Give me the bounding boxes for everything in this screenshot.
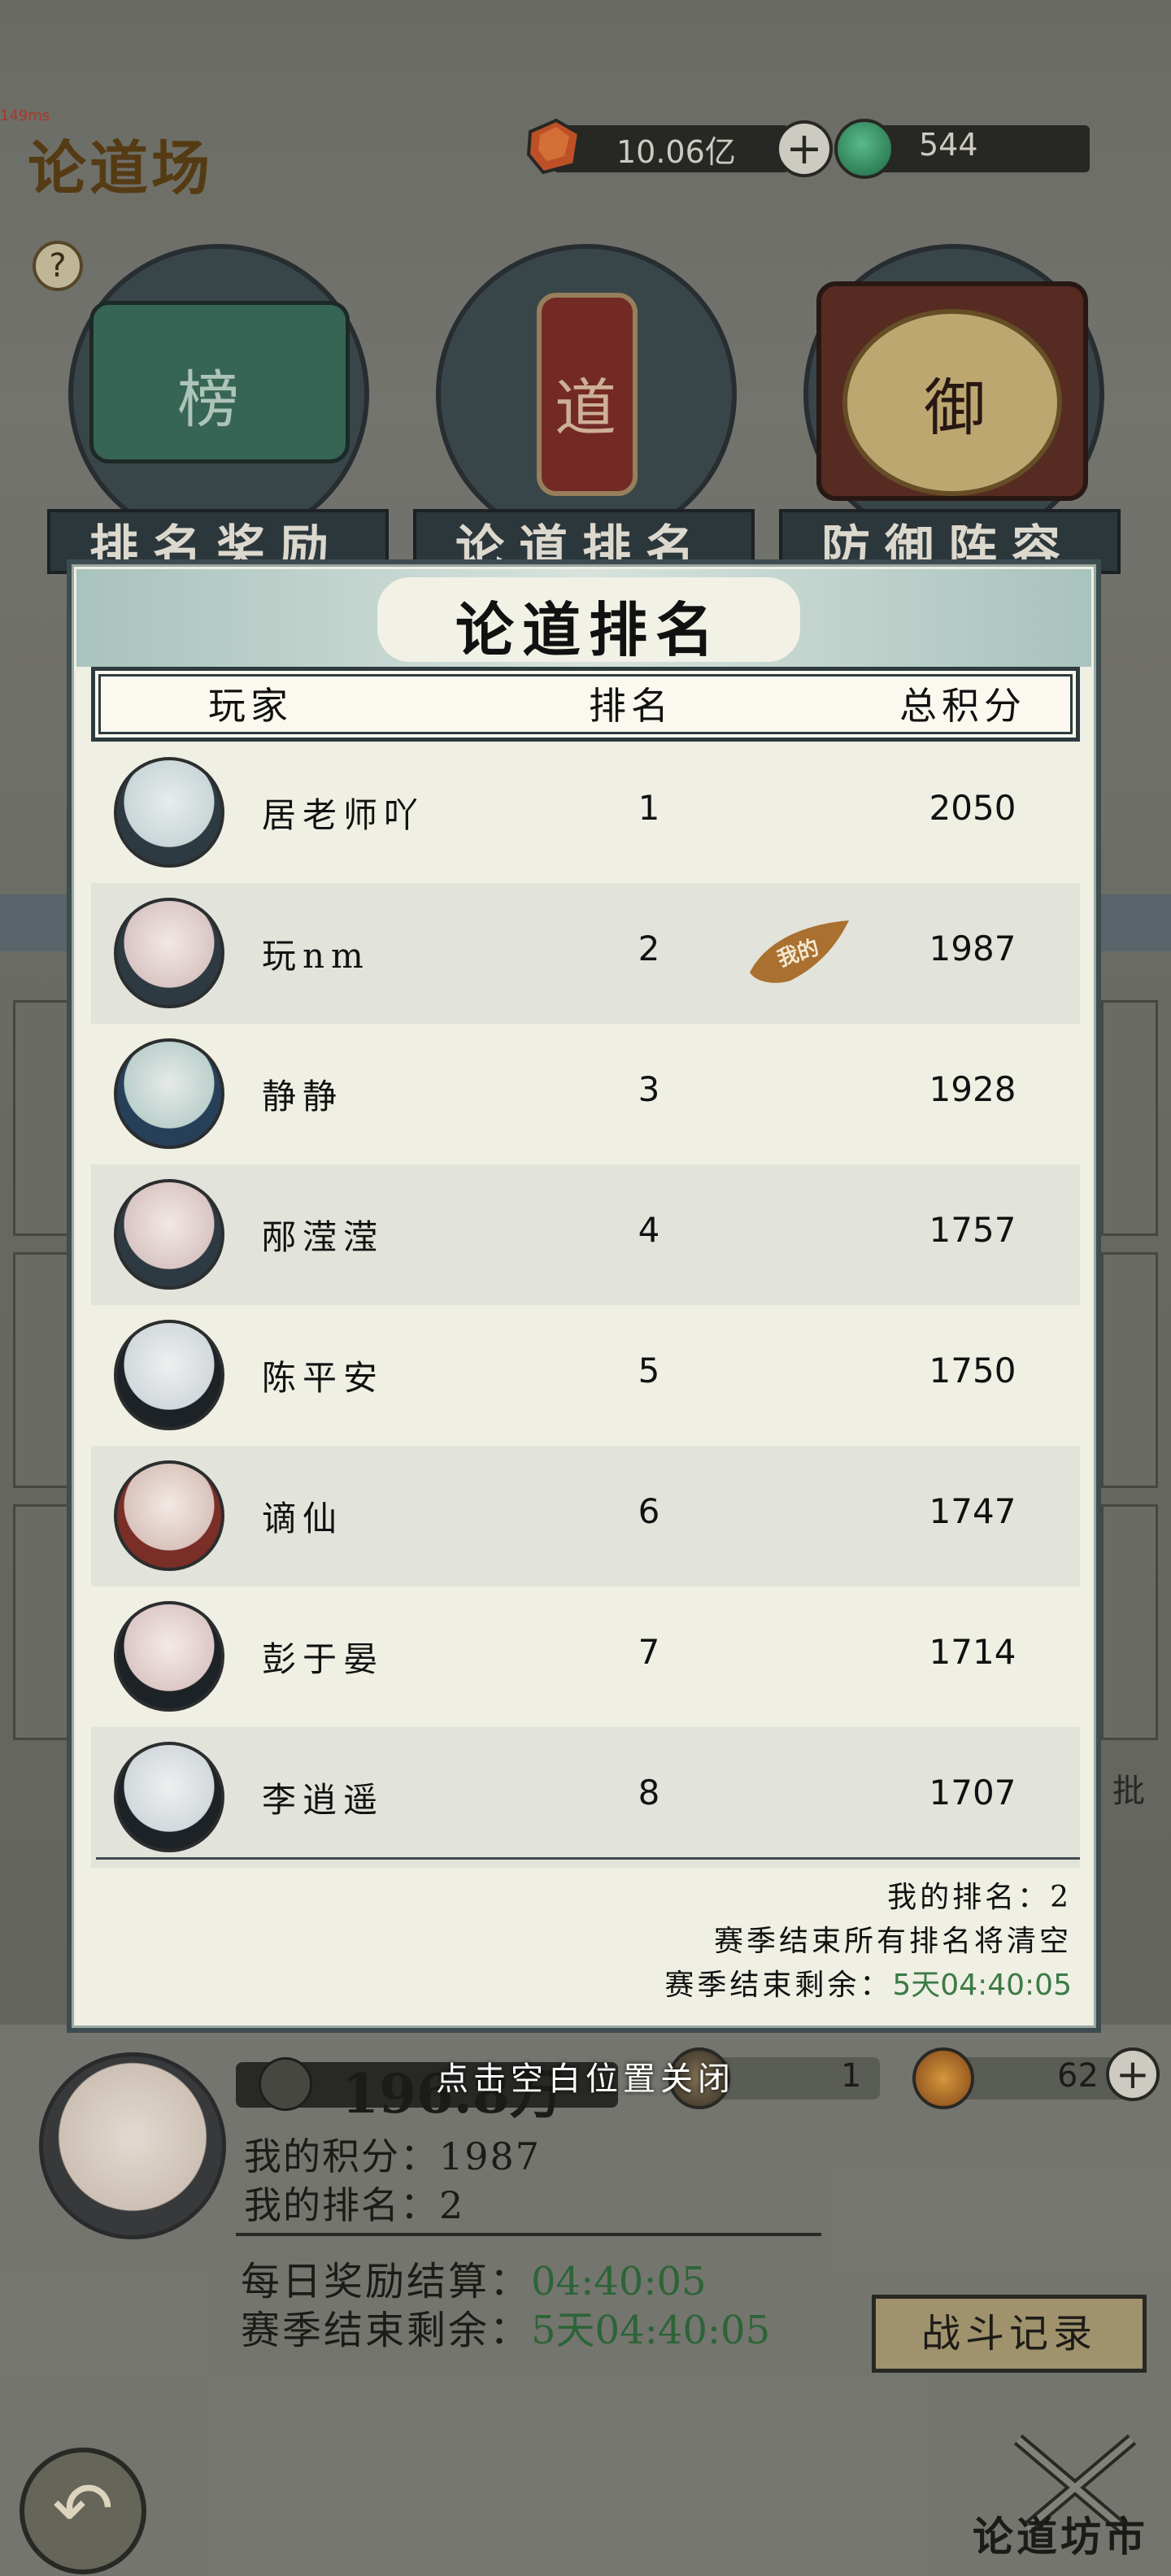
player-rank: 5 xyxy=(638,1351,660,1390)
player-rank: 3 xyxy=(638,1069,660,1109)
player-score: 2050 xyxy=(929,788,1016,828)
modal-season-remaining-label: 赛季结束剩余： xyxy=(664,1969,893,2002)
player-rank: 4 xyxy=(638,1210,660,1250)
player-name: 谪仙 xyxy=(262,1499,344,1538)
player-name: 李逍遥 xyxy=(262,1780,385,1820)
player-name: 陈平安 xyxy=(262,1358,385,1398)
table-row[interactable]: 谪仙 6 1747 xyxy=(91,1446,1080,1586)
table-row[interactable]: 邴滢滢 4 1757 xyxy=(91,1164,1080,1305)
modal-season-remaining: 赛季结束剩余：5天04:40:05 xyxy=(664,1961,1072,2004)
player-avatar xyxy=(114,1179,224,1290)
player-avatar xyxy=(114,1742,224,1852)
modal-my-rank: 我的排名：2 xyxy=(887,1873,1072,1916)
player-avatar xyxy=(114,898,224,1008)
player-avatar xyxy=(114,1038,224,1149)
player-score: 1987 xyxy=(929,929,1016,968)
table-row[interactable]: 居老师吖 1 2050 xyxy=(91,742,1080,883)
season-reset-notice: 赛季结束所有排名将清空 xyxy=(713,1925,1072,1958)
modal-title: 论道排名 xyxy=(455,595,722,664)
modal-my-rank-label: 我的排名： xyxy=(887,1881,1051,1914)
table-row[interactable]: 静静 3 1928 xyxy=(91,1024,1080,1164)
table-row[interactable]: 陈平安 5 1750 xyxy=(91,1305,1080,1446)
close-hint-text: 点击空白位置关闭 xyxy=(436,2060,735,2098)
table-row[interactable]: 彭于晏 7 1714 xyxy=(91,1586,1080,1727)
column-score: 总积分 xyxy=(899,684,1026,728)
table-row-mine[interactable]: 玩nm 2 我的 1987 xyxy=(91,883,1080,1024)
player-name: 邴滢滢 xyxy=(262,1217,385,1257)
player-score: 1714 xyxy=(929,1632,1016,1672)
table-row[interactable]: 李逍遥 8 1707 xyxy=(91,1727,1080,1868)
player-name: 居老师吖 xyxy=(262,795,425,835)
player-name: 彭于晏 xyxy=(262,1639,385,1679)
ranking-modal: 论道排名 玩家 排名 总积分 居老师吖 1 2050 玩nm 2 我的 1987… xyxy=(67,559,1101,2033)
player-rank: 1 xyxy=(638,788,660,828)
player-score: 1707 xyxy=(929,1773,1016,1812)
column-rank: 排名 xyxy=(589,684,673,728)
player-name: 静静 xyxy=(262,1077,344,1116)
player-score: 1750 xyxy=(929,1351,1016,1390)
player-name: 玩nm xyxy=(262,936,370,976)
player-rank: 7 xyxy=(638,1632,660,1672)
player-rank: 8 xyxy=(638,1773,660,1812)
player-avatar xyxy=(114,757,224,868)
player-score: 1747 xyxy=(929,1491,1016,1531)
my-entry-stamp: 我的 xyxy=(750,920,849,983)
player-avatar xyxy=(114,1601,224,1712)
player-score: 1928 xyxy=(929,1069,1016,1109)
column-player: 玩家 xyxy=(208,684,293,728)
modal-my-rank-value: 2 xyxy=(1050,1881,1072,1914)
player-avatar xyxy=(114,1460,224,1571)
player-rank: 2 xyxy=(638,929,660,968)
modal-season-remaining-value: 5天04:40:05 xyxy=(892,1969,1072,2002)
player-avatar xyxy=(114,1320,224,1430)
player-score: 1757 xyxy=(929,1210,1016,1250)
player-rank: 6 xyxy=(638,1491,660,1531)
modal-footer-divider xyxy=(96,1857,1080,1860)
